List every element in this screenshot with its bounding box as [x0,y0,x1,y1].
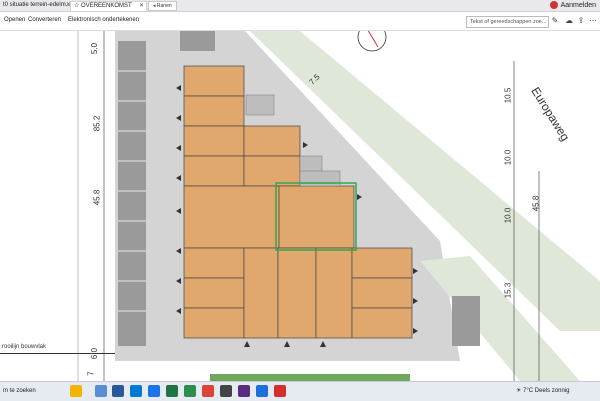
teams-icon[interactable] [238,385,250,397]
tab-label: t0 situatie terrein-edelm... [3,2,71,8]
app-toolbar: Openen Converteren Elektronisch ondertek… [0,12,600,31]
excel-icon[interactable] [166,385,178,397]
taskbar-search[interactable]: m te zoeken [0,385,36,398]
dim-label-bottom-b: 7 [86,371,96,376]
os-taskbar: m te zoeken ☀ 7°C Deels zonnig [0,381,600,401]
bookmark-icon[interactable]: ✎ [550,16,560,26]
widget-icon[interactable] [95,385,107,397]
dim-label-left-b: 45.8 [92,189,102,206]
toolbar-open[interactable]: Openen [4,17,25,23]
mail-icon[interactable] [148,385,160,397]
dim-label-bottom-a: 6.0 [90,347,100,360]
dim-label-top-left: 5.0 [90,42,100,55]
dim-label-right-d: 45.8 [531,195,541,212]
back-button[interactable]: ◂ Ranen [148,1,177,11]
dim-label-right-e: 15.3 [503,282,513,299]
tab-label: OVEREENKOMST [81,3,132,9]
xbox-icon[interactable] [184,385,196,397]
site-plan-canvas[interactable]: 5.0 85.2 45.8 6.0 7 7.5 10.5 10.0 10.0 4… [0,31,600,381]
star-icon: ☆ [74,3,82,9]
dim-label-right-b: 10.0 [503,149,513,166]
avatar-icon [549,1,558,10]
word-icon[interactable] [112,385,124,397]
share-icon[interactable]: ⇪ [576,16,586,26]
edge-icon[interactable] [130,385,142,397]
dim-label-right-c: 10.0 [503,207,513,224]
site-plan-drawing [0,31,600,381]
more-icon[interactable]: ⋯ [588,16,598,26]
app-icon[interactable] [220,385,232,397]
close-icon[interactable]: ✕ [139,2,144,11]
sun-icon: ☀ [516,388,524,394]
toolbar-convert[interactable]: Converteren [28,17,61,23]
zoom-icon[interactable] [256,385,268,397]
weather-widget[interactable]: ☀ 7°C Deels zonnig [516,385,569,397]
browser-tab-bar: t0 situatie terrein-edelm... ✕ ☆ OVEREEN… [0,0,600,12]
search-input[interactable]: Tekst of gereedschappen zoe... [466,16,549,28]
cloud-icon[interactable]: ☁ [564,16,574,26]
dim-label-right-a: 10.5 [503,87,513,104]
dim-label-left-a: 85.2 [92,115,102,132]
tab-situatie[interactable]: t0 situatie terrein-edelm... ✕ [0,1,73,10]
rooilijn-label: rooilijn bouwvlak [2,344,47,350]
chrome-icon[interactable] [202,385,214,397]
signin-button[interactable]: Aanmelden [549,0,596,11]
tab-overeenkomst[interactable]: ☆ OVEREENKOMST ✕ [70,1,147,11]
toolbar-sign[interactable]: Elektronisch ondertekenen [68,17,139,23]
briefcase-icon[interactable] [70,385,82,397]
acrobat-icon[interactable] [274,385,286,397]
